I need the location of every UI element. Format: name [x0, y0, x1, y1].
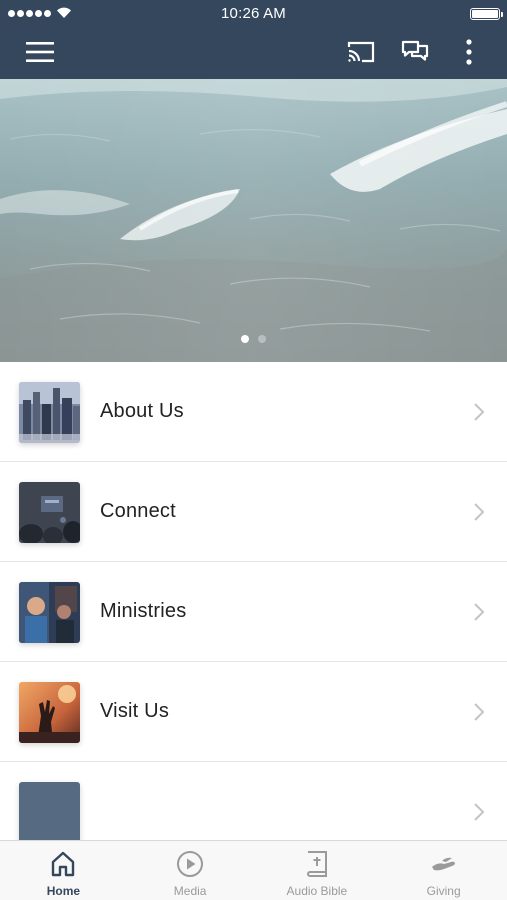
- hamburger-icon: [26, 42, 54, 62]
- page-dot-active[interactable]: [241, 335, 249, 343]
- ocean-waves-image: [0, 79, 507, 362]
- tab-label: Home: [46, 884, 81, 898]
- about-us-thumbnail: [19, 382, 80, 443]
- bible-icon: [306, 851, 327, 877]
- tab-home[interactable]: Home: [0, 841, 127, 900]
- chat-bubbles-icon: [401, 40, 429, 61]
- tab-media[interactable]: Media: [127, 841, 254, 900]
- home-icon: [52, 851, 75, 877]
- more-options-button[interactable]: [451, 36, 487, 68]
- hero-carousel[interactable]: [0, 79, 507, 362]
- menu-list: About Us Connect Ministries Visit Us: [0, 362, 507, 841]
- play-circle-icon: [177, 851, 204, 877]
- list-item-about-us[interactable]: About Us: [0, 362, 507, 462]
- list-item-label: About Us: [100, 400, 184, 422]
- page-indicator: [0, 335, 507, 343]
- top-bar: 10:26 AM: [0, 0, 507, 79]
- connect-thumbnail: [19, 482, 80, 543]
- blank-thumbnail: [19, 782, 80, 841]
- giving-hand-icon: [431, 857, 455, 871]
- visit-us-thumbnail: [19, 682, 80, 743]
- list-item-label: Ministries: [100, 600, 187, 622]
- list-item-label: Connect: [100, 500, 176, 522]
- chat-button[interactable]: [397, 36, 433, 68]
- chevron-right-icon: [474, 703, 485, 721]
- list-item-visit-us[interactable]: Visit Us: [0, 662, 507, 762]
- tab-audio-bible[interactable]: Audio Bible: [254, 841, 381, 900]
- battery-icon: [470, 8, 503, 20]
- chevron-right-icon: [474, 403, 485, 421]
- page-dot[interactable]: [258, 335, 266, 343]
- tab-giving[interactable]: Giving: [380, 841, 507, 900]
- status-time: 10:26 AM: [221, 5, 286, 22]
- tab-label: Media: [173, 884, 207, 898]
- list-item-connect[interactable]: Connect: [0, 462, 507, 562]
- list-item-label: Visit Us: [100, 700, 170, 722]
- list-item-ministries[interactable]: Ministries: [0, 562, 507, 662]
- menu-button[interactable]: [22, 36, 58, 68]
- chevron-right-icon: [474, 503, 485, 521]
- chevron-right-icon: [474, 803, 485, 821]
- cast-button[interactable]: [343, 36, 379, 68]
- tab-label: Giving: [426, 884, 461, 898]
- chevron-right-icon: [474, 603, 485, 621]
- bottom-tab-bar: Home Media Audio Bible Giving: [0, 840, 507, 900]
- cast-icon: [347, 41, 375, 63]
- tab-label: Audio Bible: [286, 884, 348, 898]
- list-item-partial[interactable]: [0, 762, 507, 841]
- status-bar: 10:26 AM: [0, 0, 507, 28]
- more-vertical-icon: [466, 39, 472, 65]
- ministries-thumbnail: [19, 582, 80, 643]
